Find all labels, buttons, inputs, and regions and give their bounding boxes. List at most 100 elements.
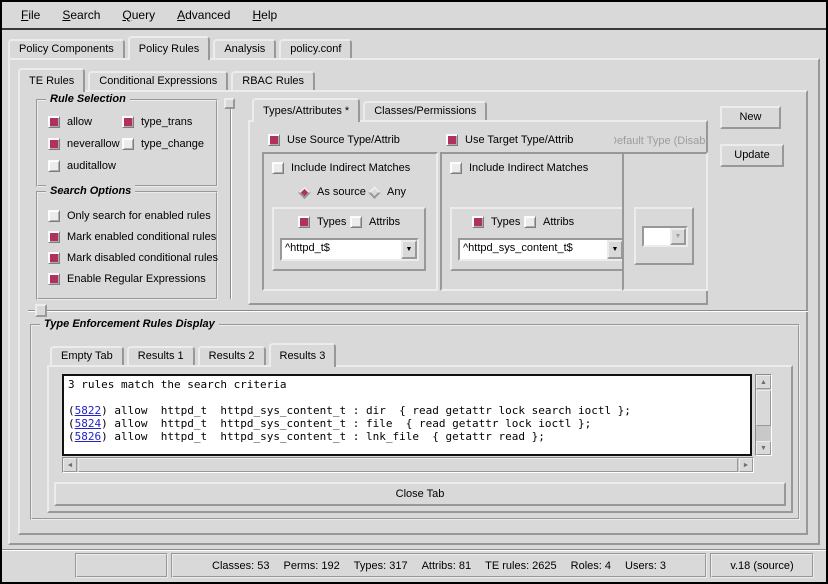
target-frame: Include Indirect Matches Types Attribs ^…	[440, 152, 642, 291]
checkbox-use-source-type[interactable]: Use Source Type/Attrib	[268, 134, 400, 146]
menu-item-file[interactable]: File	[10, 3, 51, 27]
tab-policy-rules[interactable]: Policy Rules	[128, 36, 211, 60]
subtab-rbac-rules[interactable]: RBAC Rules	[231, 71, 315, 90]
checkbox-indicator	[272, 162, 284, 174]
rule-link[interactable]: 5826	[75, 430, 102, 443]
stat-types: Types: 317	[347, 560, 415, 572]
status-box-empty	[75, 553, 168, 578]
menu-item-help[interactable]: Help	[241, 3, 288, 27]
scroll-left-icon[interactable]: ◄	[63, 458, 77, 472]
tab-empty-tab[interactable]: Empty Tab	[50, 346, 124, 365]
checkbox-type-trans[interactable]: type_trans	[122, 116, 192, 128]
menu-item-query[interactable]: Query	[111, 3, 166, 27]
checkbox-allow[interactable]: allow	[48, 116, 92, 128]
results-textarea[interactable]: 3 rules match the search criteria (5822)…	[62, 374, 752, 456]
status-box-version: v.18 (source)	[710, 553, 814, 578]
rule-row: (5826) allow httpd_t httpd_sys_content_t…	[68, 430, 746, 443]
tab-analysis[interactable]: Analysis	[213, 39, 276, 58]
checkbox-indicator	[524, 216, 536, 228]
checkbox-indicator	[472, 216, 484, 228]
rule-link[interactable]: 5822	[75, 404, 102, 417]
tab-classes-permissions[interactable]: Classes/Permissions	[363, 101, 487, 120]
checkbox-source-types[interactable]: Types	[298, 216, 346, 228]
dropdown-arrow-icon[interactable]: ▼	[401, 240, 417, 259]
checkbox-indicator	[48, 252, 60, 264]
rule-row: (5822) allow httpd_t httpd_sys_content_t…	[68, 404, 746, 417]
stat-attribs: Attribs: 81	[415, 560, 479, 572]
status-box-counts: Classes: 53 Perms: 192 Types: 317 Attrib…	[171, 553, 707, 578]
radio-any[interactable]: Any	[368, 186, 406, 198]
radio-as-source[interactable]: As source	[298, 186, 366, 198]
checkbox-target-include-indirect[interactable]: Include Indirect Matches	[450, 162, 588, 174]
checkbox-only-search-enabled[interactable]: Only search for enabled rules	[48, 210, 211, 222]
checkbox-indicator	[268, 134, 280, 146]
checkbox-indicator	[298, 216, 310, 228]
version-label: v.18 (source)	[730, 560, 793, 572]
scrollbar-thumb[interactable]	[756, 390, 771, 426]
tab-results-1[interactable]: Results 1	[127, 346, 195, 365]
dropdown-arrow-icon: ▼	[670, 228, 686, 245]
checkbox-enable-regex[interactable]: Enable Regular Expressions	[48, 273, 206, 285]
statusbar-divider	[2, 549, 826, 551]
vertical-sash-handle[interactable]	[224, 98, 235, 109]
checkbox-indicator	[48, 210, 60, 222]
menu-item-advanced[interactable]: Advanced	[166, 3, 241, 27]
update-button[interactable]: Update	[720, 144, 784, 167]
source-type-combobox[interactable]: ^httpd_t$ ▼	[280, 238, 419, 261]
stat-te-rules: TE rules: 2625	[478, 560, 564, 572]
scroll-right-icon[interactable]: ►	[739, 458, 753, 472]
checkbox-indicator	[122, 138, 134, 150]
tab-types-attributes[interactable]: Types/Attributes *	[252, 98, 360, 122]
vertical-sash[interactable]	[230, 98, 232, 299]
rules-tab-bar: TE Rules Conditional Expressions RBAC Ru…	[18, 66, 318, 90]
checkbox-target-types[interactable]: Types	[472, 216, 520, 228]
checkbox-type-change[interactable]: type_change	[122, 138, 204, 150]
checkbox-indicator	[48, 116, 60, 128]
policy-stats: Classes: 53 Perms: 192 Types: 317 Attrib…	[205, 560, 673, 572]
checkbox-mark-disabled-conditional[interactable]: Mark disabled conditional rules	[48, 252, 218, 264]
scroll-up-icon[interactable]: ▲	[756, 375, 771, 389]
stat-classes: Classes: 53	[205, 560, 276, 572]
horizontal-sash[interactable]	[28, 310, 808, 312]
default-type-combobox: ▼	[642, 226, 688, 247]
types-attributes-page: Use Source Type/Attrib Include Indirect …	[248, 120, 708, 305]
subtab-te-rules[interactable]: TE Rules	[18, 68, 85, 92]
dropdown-arrow-icon[interactable]: ▼	[607, 240, 623, 259]
checkbox-mark-enabled-conditional[interactable]: Mark enabled conditional rules	[48, 231, 216, 243]
default-type-inner-frame: ▼	[634, 207, 694, 265]
results-horizontal-scrollbar[interactable]: ◄ ►	[62, 457, 754, 473]
checkbox-source-include-indirect[interactable]: Include Indirect Matches	[272, 162, 410, 174]
tab-results-3[interactable]: Results 3	[269, 343, 337, 367]
tab-policy-components[interactable]: Policy Components	[8, 39, 125, 58]
radio-indicator	[298, 186, 311, 199]
checkbox-indicator	[122, 116, 134, 128]
rule-row: (5824) allow httpd_t httpd_sys_content_t…	[68, 417, 746, 430]
results-tab-bar: Empty Tab Results 1 Results 2 Results 3	[50, 341, 339, 365]
scroll-down-icon[interactable]: ▼	[756, 441, 771, 455]
tab-results-2[interactable]: Results 2	[198, 346, 266, 365]
checkbox-indicator	[350, 216, 362, 228]
default-type-label: Default Type (Disabled)	[614, 135, 706, 147]
group-te-rules-display: Type Enforcement Rules Display Empty Tab…	[30, 324, 800, 520]
rule-link[interactable]: 5824	[75, 417, 102, 430]
checkbox-auditallow[interactable]: auditallow	[48, 160, 116, 172]
results-vertical-scrollbar[interactable]: ▲ ▼	[755, 374, 772, 456]
horizontal-sash-handle[interactable]	[35, 304, 47, 317]
tab-policy-conf[interactable]: policy.conf	[279, 39, 352, 58]
close-tab-button[interactable]: Close Tab	[54, 482, 786, 506]
new-button[interactable]: New	[720, 106, 781, 129]
checkbox-use-target-type[interactable]: Use Target Type/Attrib	[446, 134, 573, 146]
checkbox-indicator	[48, 231, 60, 243]
checkbox-source-attribs[interactable]: Attribs	[350, 216, 400, 228]
apol-window: File Search Query Advanced Help Policy C…	[0, 0, 828, 584]
subtab-conditional-expressions[interactable]: Conditional Expressions	[88, 71, 228, 90]
group-search-options-title: Search Options	[46, 185, 135, 197]
checkbox-target-attribs[interactable]: Attribs	[524, 216, 574, 228]
checkbox-indicator	[48, 160, 60, 172]
group-te-rules-display-title: Type Enforcement Rules Display	[40, 318, 219, 330]
stat-users: Users: 3	[618, 560, 673, 572]
checkbox-neverallow[interactable]: neverallow	[48, 138, 120, 150]
scrollbar-thumb[interactable]	[78, 458, 738, 472]
target-type-combobox[interactable]: ^httpd_sys_content_t$ ▼	[458, 238, 625, 261]
menu-item-search[interactable]: Search	[51, 3, 111, 27]
